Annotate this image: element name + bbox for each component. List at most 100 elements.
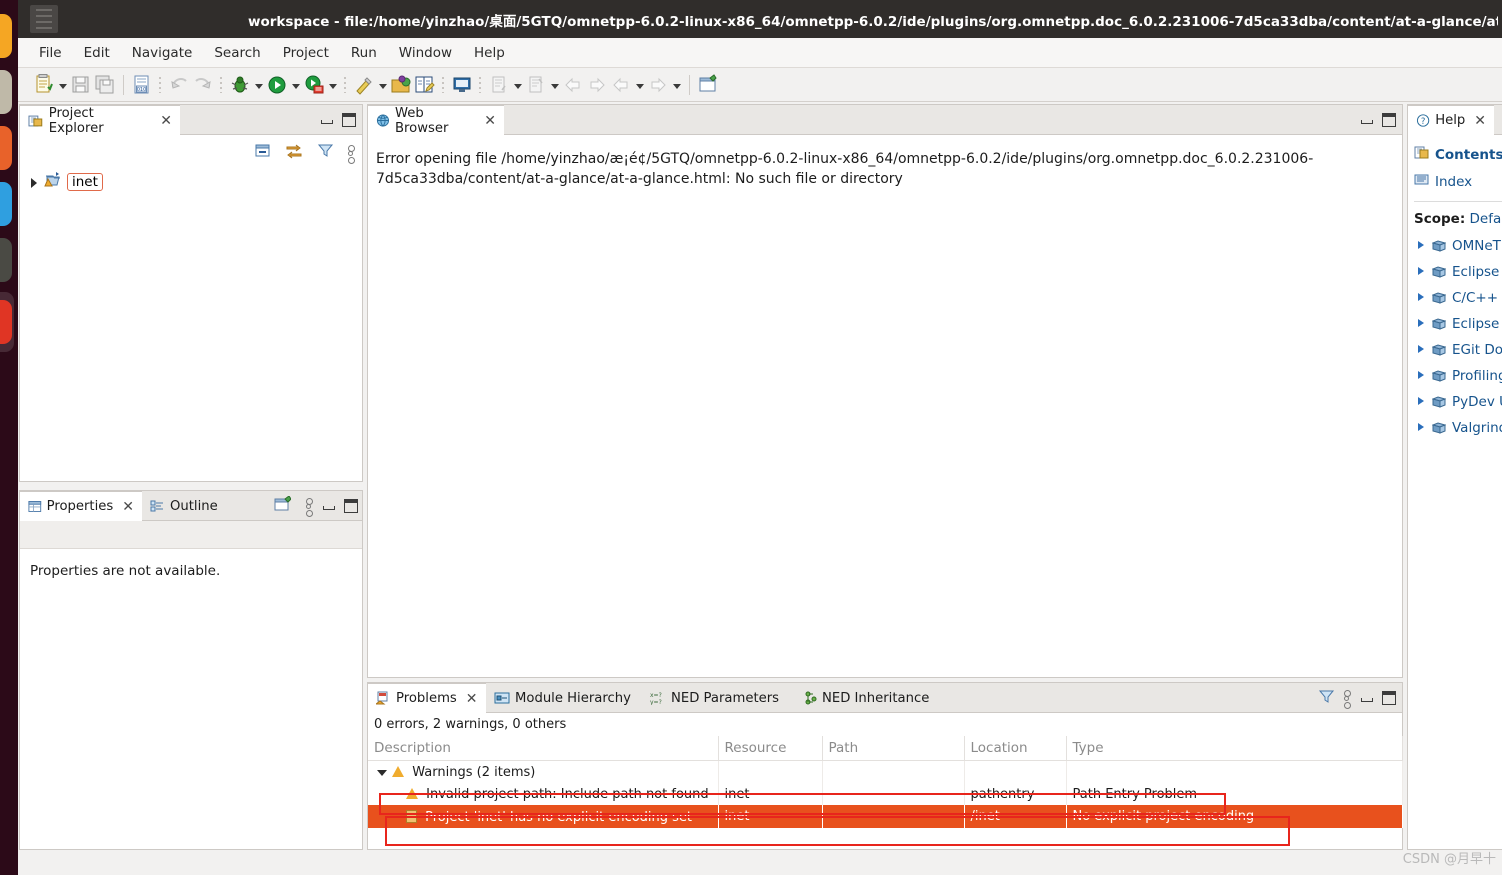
toolbar-drag-handle-4[interactable]: [440, 74, 447, 96]
minimize-icon[interactable]: [1359, 691, 1373, 705]
filter-icon[interactable]: [1318, 688, 1335, 709]
tab-ned-parameters[interactable]: x=? y=? NED Parameters: [642, 683, 797, 713]
undo-icon[interactable]: [167, 73, 191, 97]
menu-item-help[interactable]: Help: [463, 42, 516, 64]
menu-item-navigate[interactable]: Navigate: [121, 42, 204, 64]
toolbar-drag-handle-5[interactable]: [477, 74, 484, 96]
menu-item-edit[interactable]: Edit: [73, 42, 121, 64]
main-toolbar[interactable]: 010: [18, 68, 1502, 102]
new-wizard-dropdown-arrow[interactable]: [56, 74, 69, 96]
help-toc-item-cdt[interactable]: C/C++ De: [1414, 285, 1502, 311]
ubuntu-launcher-dock[interactable]: [0, 0, 18, 875]
chevron-right-icon[interactable]: [28, 176, 40, 188]
horizontal-scrollbar[interactable]: [367, 851, 1403, 864]
tab-properties[interactable]: Properties ✕: [20, 491, 142, 521]
new-wizard-icon[interactable]: [32, 73, 56, 97]
table-group-row[interactable]: Warnings (2 items): [368, 760, 1403, 783]
run-dropdown-arrow[interactable]: [289, 74, 302, 96]
run-simulation-dropdown-arrow[interactable]: [326, 74, 339, 96]
column-header-description[interactable]: Description: [368, 736, 719, 761]
help-toc-item-valgrind[interactable]: Valgrind: [1414, 415, 1502, 441]
console-icon[interactable]: [450, 73, 474, 97]
menu-item-file[interactable]: File: [28, 42, 73, 64]
dock-help-icon[interactable]: [0, 182, 12, 226]
tab-web-browser[interactable]: Web Browser ✕: [368, 105, 504, 136]
minimize-icon[interactable]: [321, 499, 335, 513]
tree-item-inet[interactable]: inet: [20, 167, 362, 196]
debug-dropdown-arrow[interactable]: [252, 74, 265, 96]
tab-problems[interactable]: Problems ✕: [368, 683, 486, 713]
toolbar-drag-handle-3[interactable]: [342, 74, 349, 96]
build-icon[interactable]: [352, 73, 376, 97]
new-ned-file-icon[interactable]: 010: [130, 73, 154, 97]
menubar[interactable]: File Edit Navigate Search Project Run Wi…: [18, 38, 1502, 68]
redo-icon[interactable]: [191, 73, 215, 97]
save-icon[interactable]: [69, 73, 93, 97]
tab-ned-inheritance[interactable]: NED Inheritance: [797, 683, 951, 713]
column-header-path[interactable]: Path: [822, 736, 965, 761]
previous-annotation-dropdown-arrow[interactable]: [548, 74, 561, 96]
group-cell[interactable]: Warnings (2 items): [368, 760, 719, 783]
help-toc-item-eclipse-marketplace[interactable]: Eclipse M: [1414, 311, 1502, 337]
view-menu-icon[interactable]: [1344, 690, 1351, 709]
close-icon[interactable]: ✕: [1474, 113, 1486, 129]
next-annotation-icon[interactable]: [487, 73, 511, 97]
menu-item-window[interactable]: Window: [388, 42, 463, 64]
save-all-icon[interactable]: [93, 73, 117, 97]
tab-project-explorer[interactable]: Project Explorer ✕: [20, 105, 180, 136]
minimize-icon[interactable]: [1359, 113, 1373, 127]
problems-table[interactable]: Description Resource Path Location Type …: [368, 736, 1403, 828]
column-header-type[interactable]: Type: [1066, 736, 1403, 761]
project-explorer-toolbar[interactable]: [20, 135, 362, 167]
cell-description[interactable]: Project 'inet' has no explicit encoding …: [368, 805, 719, 828]
open-folder-icon[interactable]: [389, 73, 413, 97]
menu-item-search[interactable]: Search: [203, 42, 271, 64]
close-icon[interactable]: ✕: [122, 499, 134, 515]
chevron-right-icon[interactable]: [1416, 266, 1426, 278]
next-annotation-dropdown-arrow[interactable]: [511, 74, 524, 96]
problems-view-tools[interactable]: [1318, 683, 1396, 713]
chevron-right-icon[interactable]: [1416, 318, 1426, 330]
open-book-icon[interactable]: [413, 73, 437, 97]
help-link-index[interactable]: Index: [1414, 168, 1502, 195]
debug-icon[interactable]: [228, 73, 252, 97]
forward-icon[interactable]: [585, 73, 609, 97]
column-header-resource[interactable]: Resource: [718, 736, 823, 761]
scope-value[interactable]: Defaul: [1470, 211, 1502, 227]
help-link-contents[interactable]: Contents: [1414, 141, 1502, 168]
maximize-icon[interactable]: [342, 113, 356, 127]
previous-annotation-icon[interactable]: [524, 73, 548, 97]
run-icon[interactable]: [265, 73, 289, 97]
tab-outline[interactable]: Outline: [142, 491, 234, 521]
dock-terminal-icon[interactable]: [0, 238, 12, 282]
chevron-right-icon[interactable]: [1416, 422, 1426, 434]
tab-module-hierarchy[interactable]: Module Hierarchy: [486, 683, 642, 713]
chevron-right-icon[interactable]: [1416, 292, 1426, 304]
dock-files-icon[interactable]: [0, 70, 12, 114]
dock-firefox-icon[interactable]: [0, 14, 12, 58]
previous-edit-dropdown-arrow[interactable]: [633, 74, 646, 96]
chevron-right-icon[interactable]: [1416, 344, 1426, 356]
maximize-icon[interactable]: [1382, 691, 1396, 705]
help-toc-item-egit[interactable]: EGit Docu: [1414, 337, 1502, 363]
table-row[interactable]: Project 'inet' has no explicit encoding …: [368, 805, 1403, 828]
next-edit-dropdown-arrow[interactable]: [670, 74, 683, 96]
dock-eclipse-icon[interactable]: [0, 300, 12, 344]
new-launch-icon[interactable]: [696, 73, 720, 97]
help-toc-item-pydev[interactable]: PyDev Us: [1414, 389, 1502, 415]
back-icon[interactable]: [561, 73, 585, 97]
help-scope-row[interactable]: Scope: Defaul: [1414, 208, 1502, 233]
chevron-right-icon[interactable]: [1416, 370, 1426, 382]
next-edit-icon[interactable]: [646, 73, 670, 97]
menu-item-project[interactable]: Project: [272, 42, 340, 64]
chevron-down-icon[interactable]: [376, 766, 388, 778]
properties-view-tools[interactable]: [274, 491, 358, 521]
maximize-icon[interactable]: [344, 499, 358, 513]
maximize-icon[interactable]: [1382, 113, 1396, 127]
link-with-editor-icon[interactable]: [285, 142, 303, 163]
new-properties-view-icon[interactable]: [274, 495, 292, 516]
close-icon[interactable]: ✕: [484, 113, 496, 129]
table-row[interactable]: Invalid project path: Include path not f…: [368, 783, 1403, 805]
tab-help[interactable]: ? Help ✕: [1408, 105, 1494, 135]
dock-software-icon[interactable]: [0, 126, 12, 170]
